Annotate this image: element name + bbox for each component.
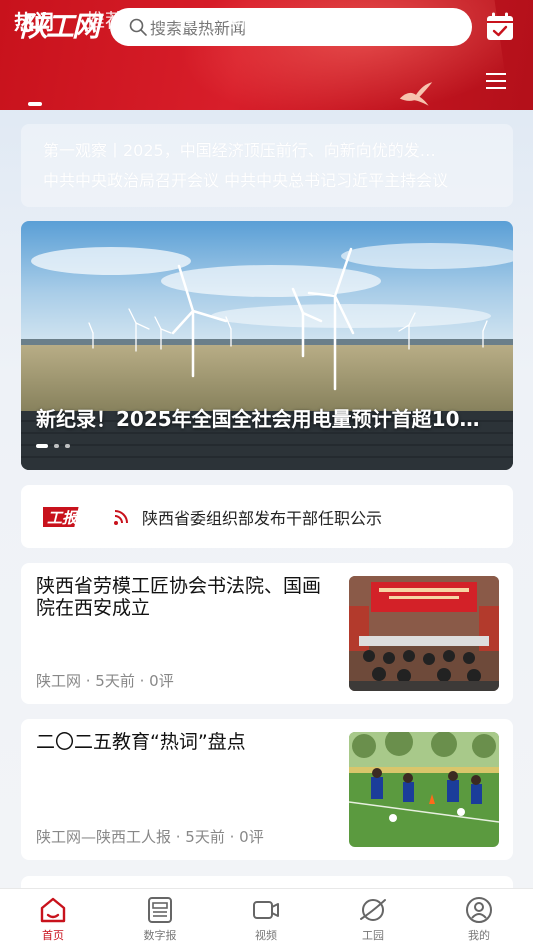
football-image xyxy=(349,732,499,847)
nav-profile[interactable]: 我的 xyxy=(449,895,509,943)
nav-digital-paper[interactable]: 数字报 xyxy=(130,895,190,943)
nav-video[interactable]: 视频 xyxy=(236,895,296,943)
newspaper-icon xyxy=(148,897,172,923)
carousel-indicator xyxy=(36,444,70,448)
flash-news-bar[interactable]: 工报快讯 陕西省委组织部发布干部任职公示 xyxy=(21,485,513,548)
flash-news-text[interactable]: 陕西省委组织部发布干部任职公示 xyxy=(142,505,382,529)
tab-news[interactable]: 新闻 xyxy=(228,6,266,33)
video-icon xyxy=(253,901,279,919)
tab-hot[interactable]: 热门 xyxy=(14,6,54,35)
headline-item[interactable]: 中共中央政治局召开会议 中共中央总书记习近平主持会议 xyxy=(43,166,491,196)
headline-item[interactable]: 第一观察丨2025，中国经济顶压前行、向新向优的发… xyxy=(43,136,491,166)
flash-news-logo: 工报快讯 xyxy=(43,507,128,527)
nav-label: 视频 xyxy=(255,929,277,942)
planet-icon xyxy=(360,899,386,921)
news-card[interactable]: 二〇二五教育“热词”盘点 陕工网—陕西工人报 · 5天前 · 0评 xyxy=(21,719,513,860)
news-meta: 陕工网 · 5天前 · 0评 xyxy=(36,672,174,690)
nav-label: 我的 xyxy=(468,929,490,942)
tab-recommend[interactable]: 推荐 xyxy=(86,6,124,33)
tab-workers[interactable]: 职工 xyxy=(370,6,408,33)
banner-image xyxy=(21,221,513,470)
news-thumbnail[interactable] xyxy=(349,732,499,847)
tab-rights[interactable]: 权益 xyxy=(299,6,337,33)
nav-home[interactable]: 首页 xyxy=(23,895,83,943)
news-card[interactable]: 陕西省劳模工匠协会书法院、国画院在西安成立 陕工网 · 5天前 · 0评 xyxy=(21,563,513,704)
news-title[interactable]: 二〇二五教育“热词”盘点 xyxy=(36,731,336,753)
tab-union[interactable]: 工会 xyxy=(157,6,195,33)
banner-caption[interactable]: 新纪录！2025年全国全社会用电量预计首超10… xyxy=(36,403,498,432)
active-tab-indicator xyxy=(28,102,42,106)
home-icon xyxy=(40,897,66,923)
nav-garden[interactable]: 工园 xyxy=(343,895,403,943)
bird-decoration-icon xyxy=(399,82,433,106)
news-thumbnail[interactable] xyxy=(349,576,499,691)
news-meta: 陕工网—陕西工人报 · 5天前 · 0评 xyxy=(36,828,264,846)
svg-text:工报快讯: 工报快讯 xyxy=(47,509,108,527)
headline-ticker[interactable]: 第一观察丨2025，中国经济顶压前行、向新向优的发… 中共中央政治局召开会议 中… xyxy=(21,124,513,207)
banner-carousel[interactable]: 新纪录！2025年全国全社会用电量预计首超10… xyxy=(21,221,513,470)
carousel-dot xyxy=(54,444,59,448)
carousel-dot xyxy=(36,444,48,448)
bottom-navigation: 首页 数字报 视频 工园 我的 xyxy=(0,888,533,948)
menu-icon[interactable] xyxy=(486,72,506,90)
search-icon xyxy=(129,18,147,36)
nav-label: 首页 xyxy=(42,929,64,942)
user-icon xyxy=(466,897,492,923)
app-header: 陕工网 搜索最热新闻 热门 推荐 工会 新闻 权益 职工 xyxy=(0,0,533,110)
nav-label: 数字报 xyxy=(143,929,177,942)
conference-image xyxy=(349,576,499,691)
carousel-dot xyxy=(65,444,70,448)
nav-label: 工园 xyxy=(362,929,384,942)
calendar-icon[interactable] xyxy=(486,12,514,42)
news-title[interactable]: 陕西省劳模工匠协会书法院、国画院在西安成立 xyxy=(36,575,336,619)
